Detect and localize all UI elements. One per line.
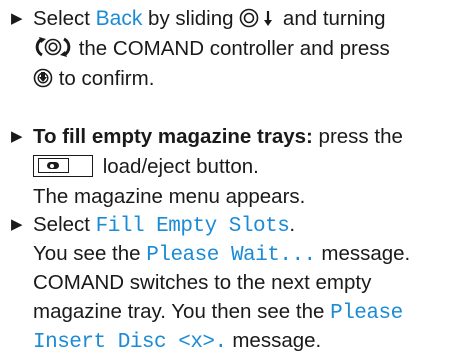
step-line: COMAND switches to the next empty <box>33 268 371 298</box>
step-text: The magazine menu appears. <box>33 185 306 208</box>
step-line: You see the Please Wait... message. <box>33 239 410 269</box>
step-text: by sliding <box>142 7 234 30</box>
step-text: COMAND switches to the next empty <box>33 271 372 294</box>
step-text: the COMAND controller and press <box>73 37 390 60</box>
display-text-please-wait: Please Wait... <box>146 244 316 267</box>
display-text-please: Please <box>330 302 403 325</box>
step-line: Select Fill Empty Slots. <box>33 210 295 240</box>
step-text: message. <box>315 242 411 265</box>
step-line: load/eject button. <box>33 152 259 182</box>
step-line: the COMAND controller and press <box>33 34 390 64</box>
step-text: load/eject button. <box>97 155 259 178</box>
bullet-arrow-icon: ▶ <box>11 128 23 145</box>
step-text: message. <box>226 329 322 352</box>
step-text: You see the <box>33 242 147 265</box>
step-line: To fill empty magazine trays: press the <box>33 122 403 152</box>
step-text: magazine tray. You then see the <box>33 300 331 323</box>
manual-page: ▶ Select Back by sliding and turning the… <box>0 0 450 355</box>
display-text-insert-disc: Insert Disc <x>. <box>33 331 227 354</box>
step-text: press the <box>312 125 403 148</box>
bullet-arrow-icon: ▶ <box>11 10 23 27</box>
step-text: Select <box>33 7 96 30</box>
controller-slide-down-icon <box>239 7 277 37</box>
step-text: Select <box>33 213 96 236</box>
display-text-back: Back <box>95 7 143 30</box>
controller-turn-icon <box>33 36 73 67</box>
display-text-fill-empty-slots: Fill Empty Slots <box>95 215 290 238</box>
step-line: magazine tray. You then see the Please <box>33 297 403 327</box>
bullet-arrow-icon: ▶ <box>11 216 23 233</box>
step-line: Insert Disc <x>. message. <box>33 326 321 356</box>
step-text: to confirm. <box>53 67 155 90</box>
controller-press-icon <box>33 67 53 97</box>
load-eject-button-icon <box>33 155 93 177</box>
step-line: The magazine menu appears. <box>33 182 305 212</box>
step-line: to confirm. <box>33 64 154 94</box>
step-line: Select Back by sliding and turning <box>33 4 386 34</box>
step-text: . <box>289 213 296 236</box>
step-heading: To fill empty magazine trays: <box>33 125 313 148</box>
